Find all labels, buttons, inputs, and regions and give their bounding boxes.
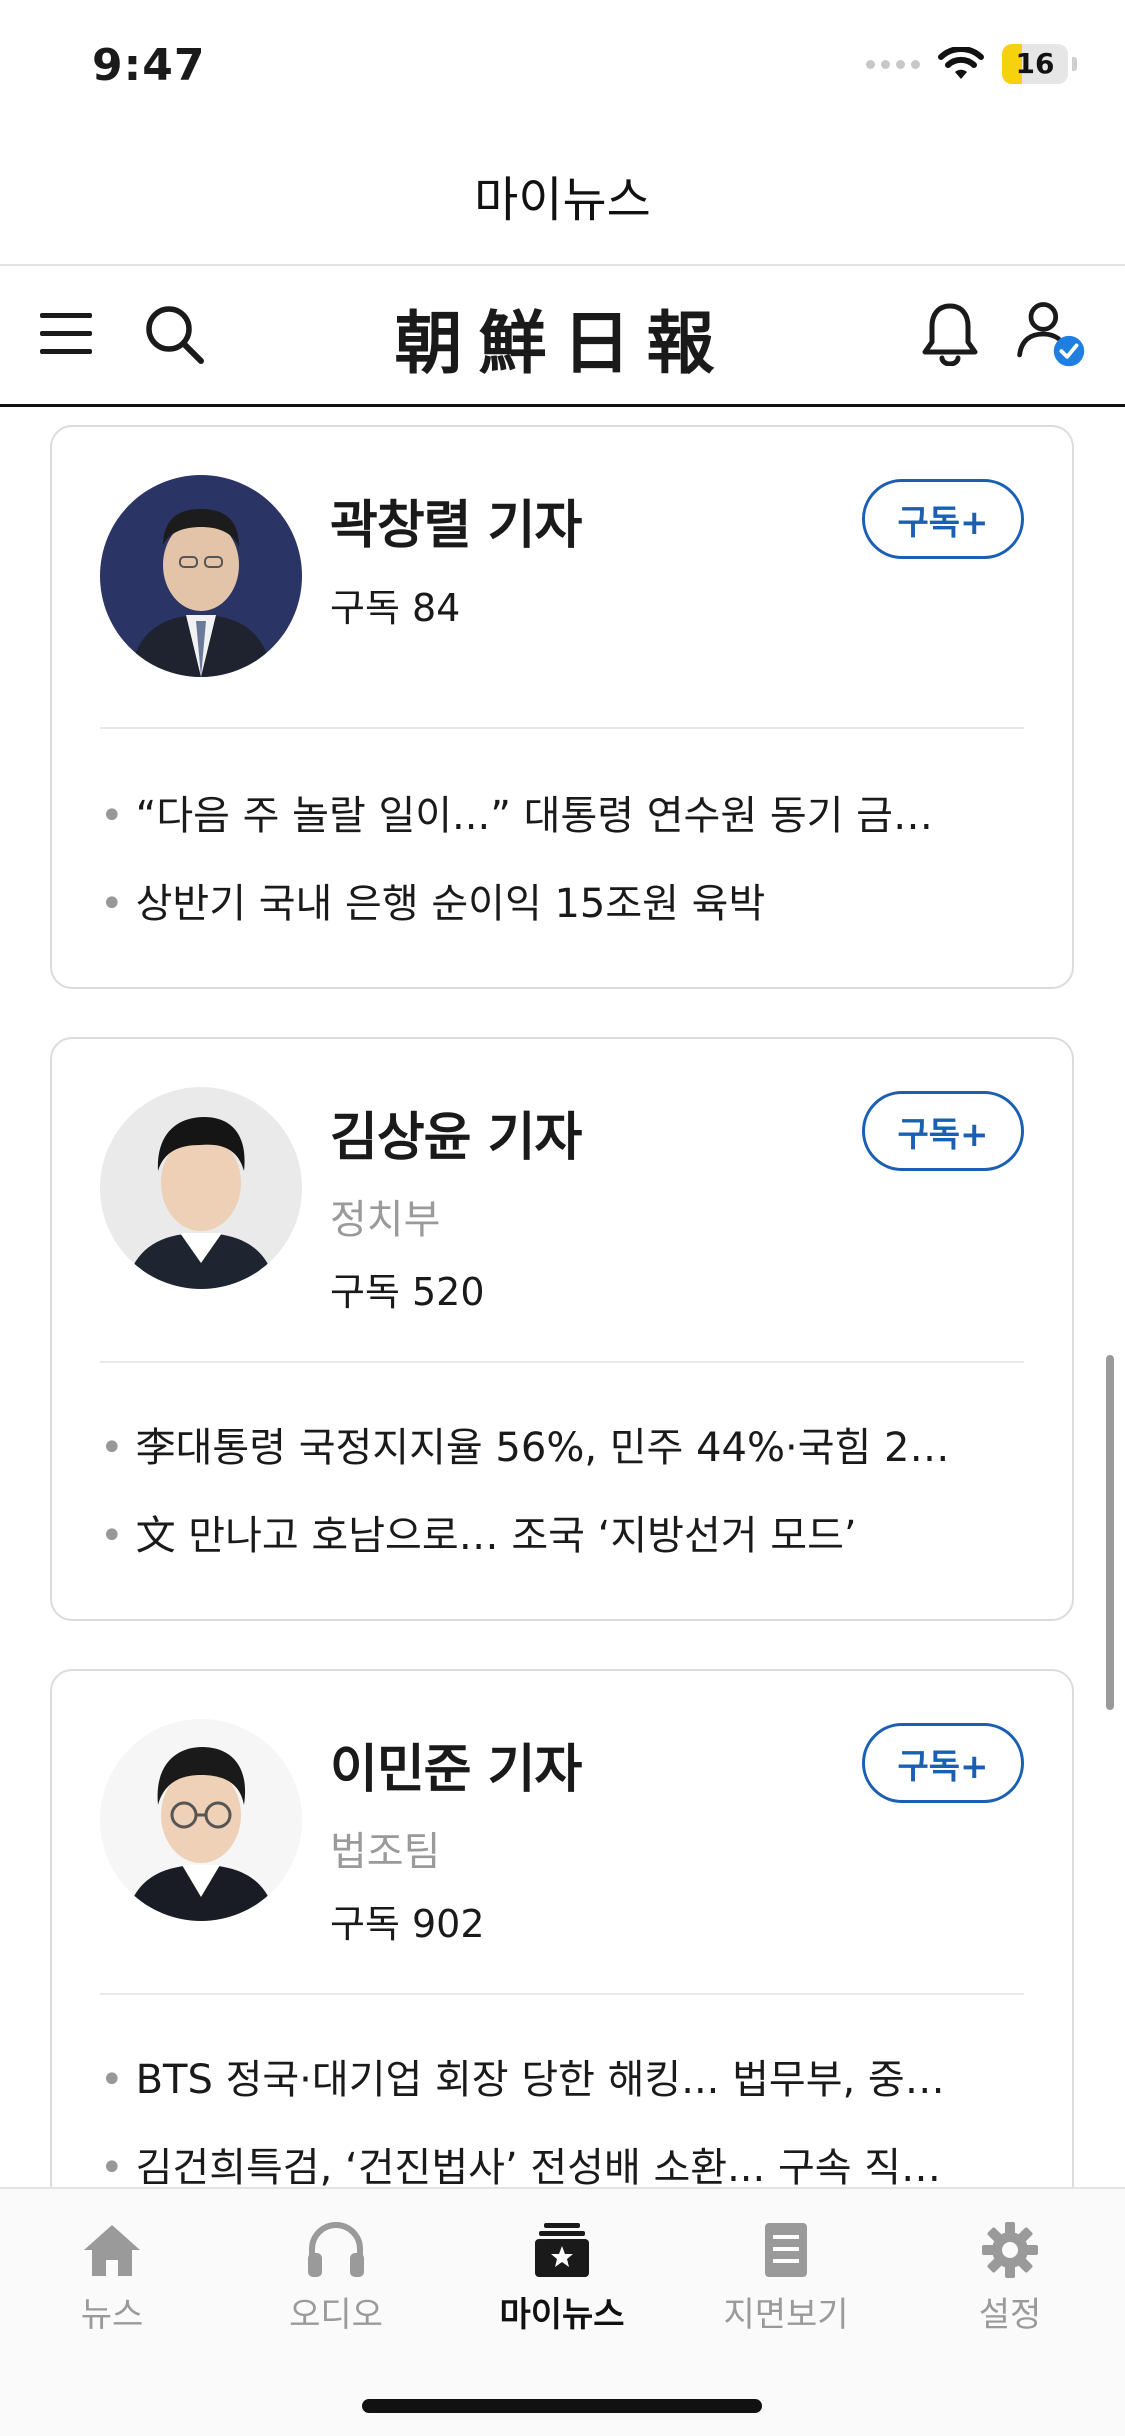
article-link[interactable]: • 李대통령 국정지지율 56%, 민주 44%·국힘 2… (100, 1415, 1032, 1473)
gear-icon (982, 2222, 1038, 2278)
reporter-card[interactable]: 이민준 기자 법조팀 구독 902 구독+ • BTS 정국·대기업 회장 당한 … (50, 1669, 1074, 2187)
article-link[interactable]: • “다음 주 놀랄 일이...” 대통령 연수원 동기 금… (100, 783, 1032, 841)
tab-label: 오디오 (289, 2295, 383, 2335)
subscribe-button[interactable]: 구독+ (862, 479, 1024, 559)
card-divider (100, 1993, 1024, 1995)
mynews-icon (535, 2223, 589, 2277)
tab-label: 설정 (978, 2295, 1042, 2335)
reporter-list[interactable]: 곽창렬 기자 구독 84 구독+ • “다음 주 놀랄 일이...” 대통령 연수… (0, 407, 1125, 2187)
reporter-name[interactable]: 이민준 기자 (330, 1727, 582, 1802)
reporter-name[interactable]: 김상윤 기자 (330, 1095, 582, 1170)
status-icons: 16 (866, 44, 1077, 84)
tab-label: 지면보기 (723, 2295, 849, 2335)
reporter-card[interactable]: 김상윤 기자 정치부 구독 520 구독+ • 李대통령 국정지지율 56%, 민… (50, 1037, 1074, 1621)
reporter-department: 법조팀 (330, 1829, 441, 1875)
battery-icon: 16 (1002, 44, 1068, 84)
tab-settings[interactable]: 설정 (910, 2217, 1110, 2337)
avatar (100, 1719, 302, 1921)
card-divider (100, 727, 1024, 729)
tab-audio[interactable]: 오디오 (236, 2217, 436, 2337)
article-link[interactable]: • 김건희특검, ‘건진법사’ 전성배 소환... 구속 직… (100, 2135, 1032, 2187)
home-icon (84, 2225, 140, 2276)
subscriber-count: 구독 84 (330, 586, 461, 630)
article-link[interactable]: • 상반기 국내 은행 순이익 15조원 육박 (100, 871, 1032, 929)
user-verified-icon (1017, 302, 1085, 367)
article-link[interactable]: • BTS 정국·대기업 회장 당한 해킹... 법무부, 중… (100, 2047, 1032, 2105)
card-divider (100, 1361, 1024, 1363)
tab-mynews[interactable]: 마이뉴스 (462, 2217, 662, 2337)
bell-icon (922, 303, 978, 366)
wifi-icon (938, 47, 984, 79)
cellular-signal-icon (866, 59, 920, 69)
document-icon (765, 2223, 807, 2277)
subscriber-count: 구독 902 (330, 1902, 485, 1946)
tab-news[interactable]: 뉴스 (12, 2217, 212, 2337)
reporter-name[interactable]: 곽창렬 기자 (330, 483, 582, 558)
battery-level: 16 (1015, 47, 1055, 80)
subscriber-count: 구독 520 (330, 1270, 485, 1314)
subscribe-button[interactable]: 구독+ (862, 1091, 1024, 1171)
notifications-button[interactable] (912, 296, 988, 372)
page-title: 마이뉴스 (474, 172, 651, 228)
status-time: 9:47 (92, 40, 206, 91)
reporter-department: 정치부 (330, 1197, 441, 1243)
avatar (100, 1087, 302, 1289)
article-link[interactable]: • 文 만나고 호남으로… 조국 ‘지방선거 모드’ (100, 1503, 1032, 1561)
reporter-card[interactable]: 곽창렬 기자 구독 84 구독+ • “다음 주 놀랄 일이...” 대통령 연수… (50, 425, 1074, 989)
headphones-icon (308, 2222, 364, 2277)
home-indicator[interactable] (362, 2399, 762, 2413)
toolbar: 朝鮮日報 (0, 266, 1125, 404)
status-bar: 9:47 16 (0, 0, 1125, 140)
subscribe-button[interactable]: 구독+ (862, 1723, 1024, 1803)
scrollbar[interactable] (1106, 1355, 1114, 1710)
tab-label: 마이뉴스 (499, 2295, 625, 2335)
avatar (100, 475, 302, 677)
profile-button[interactable] (1012, 296, 1088, 372)
tab-print-edition[interactable]: 지면보기 (686, 2217, 886, 2337)
tab-label: 뉴스 (80, 2295, 144, 2335)
